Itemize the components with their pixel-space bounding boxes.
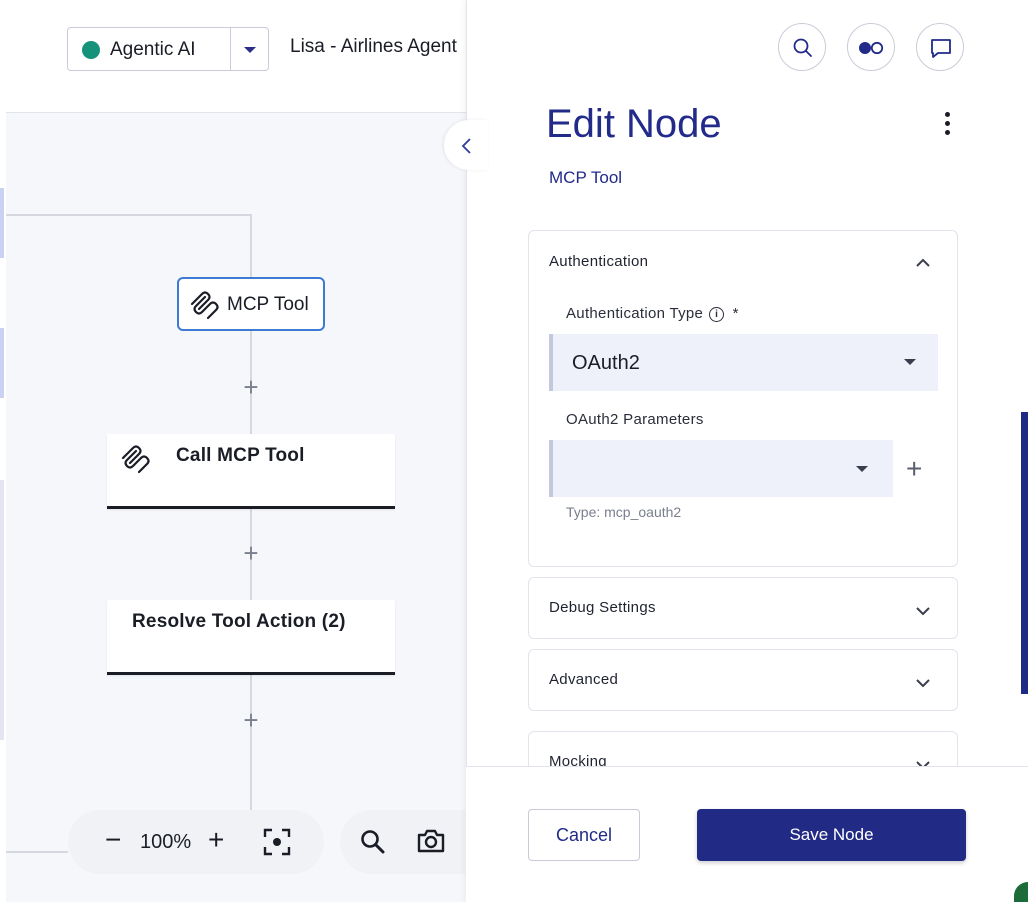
zoom-in-button[interactable]: + [208,824,224,856]
panel-title: Edit Node [546,102,722,146]
connector-line [250,214,252,277]
agent-status-dot [82,41,100,59]
toggle-view-button[interactable] [847,23,895,71]
zoom-controls: − 100% + [68,810,324,874]
save-node-button[interactable]: Save Node [697,809,966,861]
connector-line [6,851,68,853]
debug-settings-section[interactable]: Debug Settings [528,577,958,639]
auth-type-label: Authentication Type i * [566,305,739,322]
agent-name: Agentic AI [110,39,196,60]
node-mcp-tool[interactable]: MCP Tool [177,277,325,331]
mcp-icon [120,445,150,480]
canvas-tools [340,810,466,874]
agent-divider [230,28,231,70]
section-title: Debug Settings [549,599,656,616]
node-resolve-tool-action[interactable]: Resolve Tool Action (2) [107,600,395,675]
chevron-down-icon [856,466,868,472]
auth-type-select[interactable]: OAuth2 [549,334,938,391]
panel-scrollbar[interactable] [1021,412,1028,694]
more-options-icon[interactable] [938,112,956,140]
agent-selector[interactable]: Agentic AI [67,27,269,71]
info-icon[interactable]: i [709,306,725,322]
connector-line [6,214,251,216]
canvas-accent-bar [0,480,4,740]
section-title: Advanced [549,671,619,688]
add-node-button[interactable]: + [240,707,262,733]
chevron-left-icon [461,138,471,154]
top-bar: Agentic AI Lisa - Airlines Agent [6,0,466,113]
add-parameter-button[interactable]: + [906,455,922,483]
node-call-mcp-tool[interactable]: Call MCP Tool [107,434,395,509]
cancel-button[interactable]: Cancel [528,809,640,861]
oauth2-params-select[interactable] [549,440,893,497]
chat-button[interactable] [916,23,964,71]
project-title[interactable]: Lisa - Airlines Agent [290,36,466,58]
toggle-icon [859,41,884,55]
canvas-accent-bar [0,328,4,398]
auth-type-value: OAuth2 [572,352,640,374]
camera-icon[interactable] [416,828,446,859]
node-label: MCP Tool [227,294,309,315]
chevron-down-icon[interactable] [244,47,256,53]
node-type-subtitle: MCP Tool [549,168,623,187]
search-button[interactable] [778,23,826,71]
fit-view-icon[interactable] [263,828,291,861]
mcp-icon [189,291,219,326]
chevron-down-icon[interactable] [915,675,931,693]
section-title[interactable]: Authentication [549,253,648,270]
chevron-down-icon[interactable] [915,603,931,621]
node-label: Call MCP Tool [176,445,305,466]
add-node-button[interactable]: + [240,540,262,566]
advanced-section[interactable]: Advanced [528,649,958,711]
canvas-accent-bar [0,188,4,258]
zoom-level: 100% [140,831,192,853]
search-icon[interactable] [360,829,386,860]
zoom-out-button[interactable]: − [105,824,121,856]
node-label: Resolve Tool Action (2) [132,611,346,632]
add-node-button[interactable]: + [240,374,262,400]
chevron-up-icon[interactable] [915,255,931,273]
connector-line [250,675,252,810]
oauth2-params-label: OAuth2 Parameters [566,411,704,428]
collapse-panel-button[interactable] [444,120,488,170]
params-type-hint: Type: mcp_oauth2 [566,504,682,520]
chat-icon [931,39,951,58]
chevron-down-icon [904,359,916,365]
search-icon [793,38,812,57]
